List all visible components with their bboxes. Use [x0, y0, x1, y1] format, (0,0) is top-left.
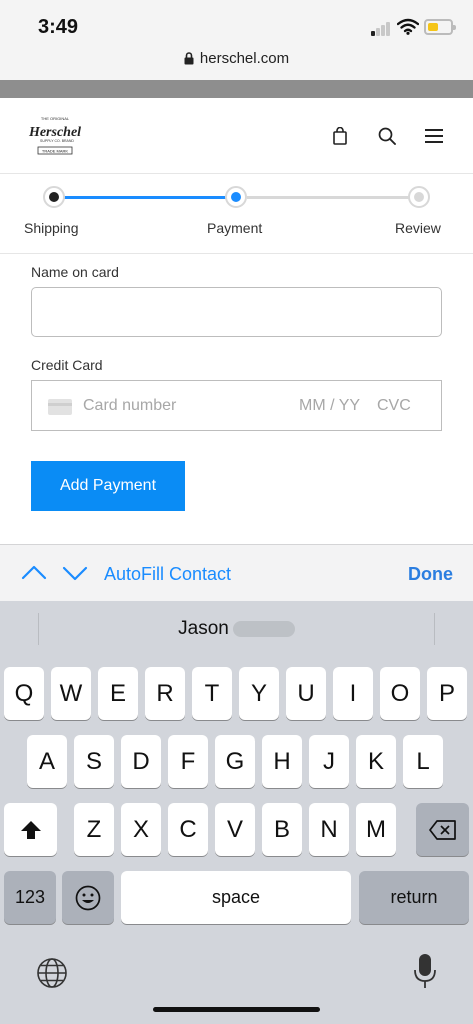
backspace-key[interactable] [416, 803, 469, 856]
emoji-key[interactable] [62, 871, 114, 924]
key-r[interactable]: R [145, 667, 185, 720]
page-top-strip [0, 80, 473, 98]
step-connector-1 [64, 196, 226, 199]
key-z[interactable]: Z [74, 803, 114, 856]
svg-text:THE ORIGINAL: THE ORIGINAL [41, 116, 70, 121]
key-o[interactable]: O [380, 667, 420, 720]
key-w[interactable]: W [51, 667, 91, 720]
name-on-card-input[interactable] [31, 287, 442, 337]
key-v[interactable]: V [215, 803, 255, 856]
done-button[interactable]: Done [408, 564, 453, 585]
key-d[interactable]: D [121, 735, 161, 788]
key-i[interactable]: I [333, 667, 373, 720]
card-cvc-input[interactable]: CVC [377, 397, 411, 415]
key-l[interactable]: L [403, 735, 443, 788]
site-header: THE ORIGINAL Herschel SUPPLY CO. BRAND T… [0, 98, 473, 174]
credit-card-label: Credit Card [31, 357, 103, 373]
key-b[interactable]: B [262, 803, 302, 856]
credit-card-icon [48, 399, 72, 415]
key-c[interactable]: C [168, 803, 208, 856]
key-q[interactable]: Q [4, 667, 44, 720]
return-key[interactable]: return [359, 871, 469, 924]
key-n[interactable]: N [309, 803, 349, 856]
step-label-payment: Payment [207, 220, 263, 236]
key-p[interactable]: P [427, 667, 467, 720]
home-indicator [153, 1007, 320, 1012]
mic-icon[interactable] [413, 953, 437, 989]
checkout-steps: Shipping Payment Review [0, 174, 473, 254]
redacted-text [232, 620, 295, 637]
chevron-down-icon[interactable] [62, 566, 88, 582]
suggestion-text: Jason [178, 618, 229, 639]
key-k[interactable]: K [356, 735, 396, 788]
step-dot-payment[interactable] [225, 186, 247, 208]
step-label-shipping: Shipping [24, 220, 79, 236]
step-label-review: Review [395, 220, 441, 236]
url-bar[interactable]: herschel.com [0, 50, 473, 80]
key-m[interactable]: M [356, 803, 396, 856]
bag-icon[interactable] [332, 127, 348, 145]
key-x[interactable]: X [121, 803, 161, 856]
svg-text:Herschel: Herschel [28, 125, 81, 140]
backspace-icon [428, 820, 456, 840]
step-dot-review[interactable] [408, 186, 430, 208]
screen: 3:49 herschel.com THE ORIGINAL Herschel … [0, 0, 473, 1024]
lock-icon [184, 52, 194, 65]
keyboard: Jason QWERTYUIOP ASDFGHJKL ZXCVBNM 123 spa… [0, 601, 473, 1024]
step-dot-shipping[interactable] [43, 186, 65, 208]
svg-text:TRADE MARK: TRADE MARK [42, 149, 69, 154]
shift-icon [20, 821, 41, 839]
name-on-card-label: Name on card [31, 264, 119, 280]
key-e[interactable]: E [98, 667, 138, 720]
key-h[interactable]: H [262, 735, 302, 788]
numbers-key[interactable]: 123 [4, 871, 56, 924]
step-connector-2 [247, 196, 409, 199]
svg-text:SUPPLY CO. BRAND: SUPPLY CO. BRAND [40, 139, 74, 143]
chevron-up-icon[interactable] [21, 564, 47, 580]
url-text: herschel.com [199, 50, 290, 67]
credit-card-field[interactable]: Card number MM / YY CVC [31, 380, 442, 431]
wifi-icon [397, 18, 419, 35]
key-t[interactable]: T [192, 667, 232, 720]
autofill-contact-button[interactable]: AutoFill Contact [104, 564, 231, 585]
shift-key[interactable] [4, 803, 57, 856]
space-key[interactable]: space [121, 871, 351, 924]
suggestion-bar: Jason [0, 601, 473, 656]
key-j[interactable]: J [309, 735, 349, 788]
key-f[interactable]: F [168, 735, 208, 788]
status-time: 3:49 [38, 16, 79, 38]
card-number-input[interactable]: Card number [83, 397, 176, 415]
key-g[interactable]: G [215, 735, 255, 788]
add-payment-button[interactable]: Add Payment [31, 461, 185, 511]
menu-icon[interactable] [424, 128, 444, 144]
globe-icon[interactable] [36, 957, 68, 989]
suggestion-item[interactable]: Jason [0, 618, 473, 640]
card-expiry-input[interactable]: MM / YY [299, 397, 360, 415]
battery-icon [424, 19, 456, 35]
key-y[interactable]: Y [239, 667, 279, 720]
status-bar: 3:49 [0, 0, 473, 50]
emoji-icon [75, 885, 101, 911]
herschel-logo[interactable]: THE ORIGINAL Herschel SUPPLY CO. BRAND T… [28, 114, 82, 160]
key-u[interactable]: U [286, 667, 326, 720]
search-icon[interactable] [378, 127, 396, 145]
key-s[interactable]: S [74, 735, 114, 788]
autofill-bar: AutoFill Contact Done [0, 544, 473, 601]
signal-icon [371, 22, 391, 36]
key-a[interactable]: A [27, 735, 67, 788]
